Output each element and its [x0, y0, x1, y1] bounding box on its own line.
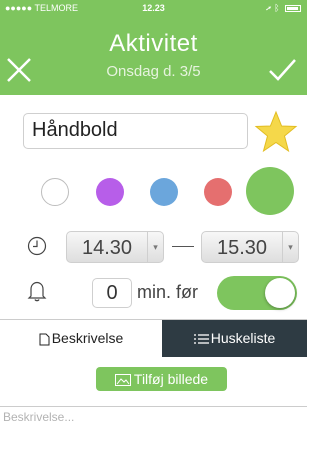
page-subtitle: Onsdag d. 3/5	[106, 63, 201, 80]
activity-name-field[interactable]: Håndbold	[23, 113, 248, 149]
tab-description-label: Beskrivelse	[51, 330, 124, 346]
description-textarea[interactable]: Beskrivelse...	[0, 406, 307, 475]
location-icon: ➚	[266, 3, 272, 13]
image-icon	[114, 374, 131, 387]
bell-icon	[27, 281, 47, 302]
reminder-toggle[interactable]	[217, 276, 297, 310]
status-icons: ➚ ᛒ	[266, 3, 301, 13]
add-image-label: Tilføj billede	[133, 371, 209, 387]
description-placeholder: Beskrivelse...	[3, 410, 75, 424]
reminder-minutes-label: min. før	[137, 282, 198, 302]
color-option-red[interactable]	[204, 178, 232, 206]
tab-bar: Beskrivelse Huskeliste	[0, 319, 307, 357]
toggle-knob	[265, 278, 295, 308]
status-bar: ●●●●● TELMORE 12.23 ➚ ᛒ	[0, 0, 307, 16]
time-separator	[172, 246, 194, 247]
chevron-down-icon: ▾	[282, 232, 298, 262]
tab-checklist[interactable]: Huskeliste	[162, 320, 307, 357]
clock-label: 12.23	[142, 3, 165, 13]
end-time-value: 15.30	[216, 237, 268, 259]
star-icon[interactable]	[254, 110, 298, 154]
battery-icon	[285, 5, 301, 13]
tab-checklist-label: Huskeliste	[210, 330, 276, 346]
clock-icon	[27, 236, 47, 256]
start-time-value: 14.30	[81, 237, 133, 259]
chevron-down-icon: ▾	[147, 232, 163, 262]
end-time-select[interactable]: 15.30 ▾	[201, 231, 299, 263]
tab-description[interactable]: Beskrivelse	[0, 320, 162, 357]
start-time-select[interactable]: 14.30 ▾	[66, 231, 164, 263]
bluetooth-icon: ᛒ	[274, 3, 280, 13]
page-title: Aktivitet	[109, 30, 198, 57]
color-option-white[interactable]	[41, 178, 69, 206]
color-option-purple[interactable]	[96, 178, 124, 206]
list-icon	[193, 334, 209, 344]
color-option-blue[interactable]	[150, 178, 178, 206]
document-icon	[39, 333, 50, 346]
reminder-minutes-input[interactable]: 0	[92, 278, 132, 308]
header-bar: ●●●●● TELMORE 12.23 ➚ ᛒ Aktivitet Onsdag…	[0, 0, 307, 95]
checkmark-icon[interactable]	[267, 55, 297, 85]
add-image-button[interactable]: Tilføj billede	[96, 367, 227, 391]
color-option-green-selected[interactable]	[246, 167, 294, 215]
